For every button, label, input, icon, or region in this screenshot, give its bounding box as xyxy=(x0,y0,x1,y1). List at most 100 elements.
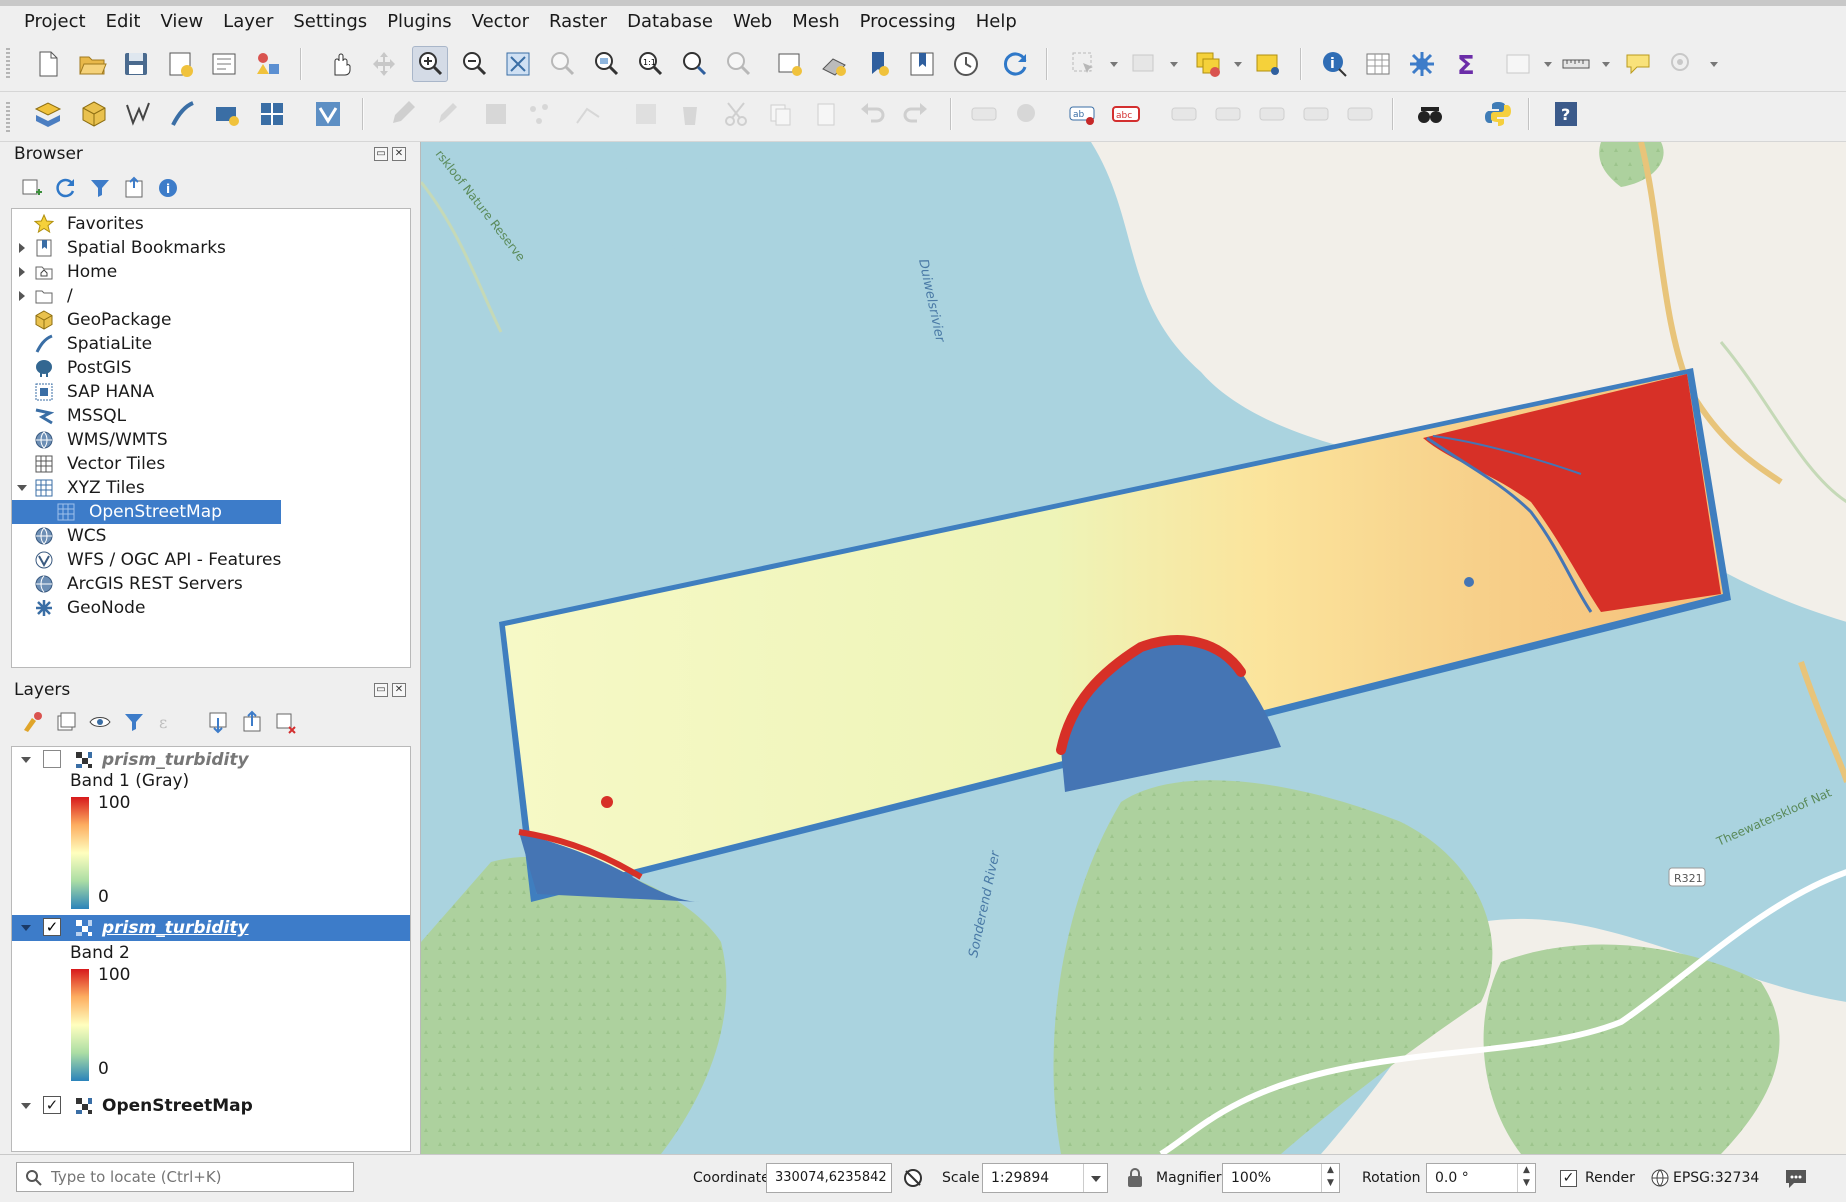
magnifier-stepper[interactable]: ▲ ▼ xyxy=(1321,1164,1339,1192)
menu-layer[interactable]: Layer xyxy=(213,6,283,38)
refresh-browser-icon[interactable] xyxy=(54,176,78,200)
pan-to-selection-icon[interactable] xyxy=(366,46,402,82)
label-abc-icon[interactable]: abc xyxy=(1108,96,1144,132)
label-toolbar-icon[interactable] xyxy=(966,96,1002,132)
zoom-out-icon[interactable] xyxy=(456,46,492,82)
coordinate-field[interactable]: 330074,6235842 xyxy=(766,1163,892,1193)
current-edits-icon[interactable] xyxy=(428,96,464,132)
new-shapefile-layer-icon[interactable] xyxy=(120,96,156,132)
toolbox-icon[interactable] xyxy=(1404,46,1440,82)
expand-all-icon[interactable] xyxy=(206,710,230,734)
new-virtual-layer-icon[interactable] xyxy=(254,96,290,132)
rotate-label-icon[interactable] xyxy=(1298,96,1334,132)
add-group-icon[interactable] xyxy=(54,710,78,734)
menu-database[interactable]: Database xyxy=(617,6,723,38)
browser-item-geonode[interactable]: GeoNode xyxy=(12,596,410,620)
zoom-to-selection-icon[interactable] xyxy=(544,46,580,82)
browser-item-home[interactable]: Home xyxy=(12,260,410,284)
browser-item-spatial-bookmarks[interactable]: Spatial Bookmarks xyxy=(12,236,410,260)
new-3d-map-view-icon[interactable] xyxy=(816,46,852,82)
browser-item-mssql[interactable]: MSSQL xyxy=(12,404,410,428)
menu-project[interactable]: Project xyxy=(14,6,96,38)
select-features-icon[interactable] xyxy=(1066,46,1102,82)
expand-arrow-icon[interactable] xyxy=(19,243,25,253)
zoom-next-icon[interactable] xyxy=(720,46,756,82)
browser-item-vector-tiles[interactable]: Vector Tiles xyxy=(12,452,410,476)
collapse-arrow-icon[interactable] xyxy=(21,1103,31,1109)
browser-item-geopackage[interactable]: GeoPackage xyxy=(12,308,410,332)
browser-item-spatialite[interactable]: SpatiaLite xyxy=(12,332,410,356)
locator-settings-icon[interactable] xyxy=(1664,46,1700,82)
layer-row-prism-turbidity-band2[interactable]: ✓ prism_turbidity xyxy=(12,915,410,941)
collapse-arrow-icon[interactable] xyxy=(17,485,27,491)
help-contents-icon[interactable]: ? xyxy=(1548,96,1584,132)
vertex-tool-icon[interactable] xyxy=(570,96,606,132)
undo-icon[interactable] xyxy=(854,96,890,132)
add-selected-layers-icon[interactable] xyxy=(20,176,44,200)
new-bookmark-icon[interactable] xyxy=(860,46,896,82)
browser-item-openstreetmap[interactable]: OpenStreetMap xyxy=(12,500,281,524)
layer-labeling-options-icon[interactable]: ab xyxy=(1064,96,1100,132)
new-print-layout-icon[interactable] xyxy=(162,46,198,82)
locator-input[interactable] xyxy=(51,1165,347,1189)
statistical-summary-icon[interactable]: Σ xyxy=(1448,46,1484,82)
menu-settings[interactable]: Settings xyxy=(283,6,377,38)
new-project-icon[interactable] xyxy=(30,46,66,82)
map-canvas[interactable]: rskloof Nature Reserve Duiwelsrivier Son… xyxy=(420,142,1846,1154)
deselect-all-icon[interactable] xyxy=(1190,46,1226,82)
zoom-native-resolution-icon[interactable]: 1:1 xyxy=(632,46,668,82)
zoom-to-layer-icon[interactable] xyxy=(588,46,624,82)
layer-visibility-checkbox[interactable] xyxy=(43,750,61,768)
float-panel-button[interactable]: ▭ xyxy=(374,147,388,161)
map-render[interactable]: rskloof Nature Reserve Duiwelsrivier Son… xyxy=(421,142,1846,1154)
open-project-icon[interactable] xyxy=(74,46,110,82)
delete-selected-icon[interactable] xyxy=(672,96,708,132)
paste-features-icon[interactable] xyxy=(808,96,844,132)
zoom-full-icon[interactable] xyxy=(500,46,536,82)
open-layer-styling-icon[interactable] xyxy=(20,710,44,734)
browser-item-wfs[interactable]: WFS / OGC API - Features xyxy=(12,548,410,572)
select-by-value-icon[interactable] xyxy=(1126,46,1162,82)
pan-map-icon[interactable] xyxy=(322,46,358,82)
browser-item-postgis[interactable]: PostGIS xyxy=(12,356,410,380)
python-console-icon[interactable] xyxy=(1480,96,1516,132)
identify-features-icon[interactable]: i xyxy=(1316,46,1352,82)
manage-visibility-icon[interactable] xyxy=(88,710,112,734)
collapse-all-icon[interactable] xyxy=(122,176,146,200)
browser-item-wms-wmts[interactable]: WMS/WMTS xyxy=(12,428,410,452)
menu-raster[interactable]: Raster xyxy=(539,6,617,38)
style-manager-icon[interactable] xyxy=(250,46,286,82)
add-vector-layer-icon[interactable] xyxy=(310,96,346,132)
filter-legend-icon[interactable] xyxy=(122,710,146,734)
show-hide-labels-icon[interactable] xyxy=(1210,96,1246,132)
close-panel-button[interactable]: ✕ xyxy=(392,683,406,697)
copy-features-icon[interactable] xyxy=(762,96,798,132)
menu-edit[interactable]: Edit xyxy=(96,6,151,38)
attributes-toolbar-icon[interactable] xyxy=(1500,46,1536,82)
menu-vector[interactable]: Vector xyxy=(462,6,539,38)
layer-row-openstreetmap[interactable]: ✓ OpenStreetMap xyxy=(12,1093,410,1119)
new-temporary-layer-icon[interactable] xyxy=(208,96,244,132)
zoom-last-icon[interactable] xyxy=(676,46,712,82)
measure-line-icon[interactable] xyxy=(1558,46,1594,82)
scale-combobox[interactable]: 1:29894 xyxy=(982,1163,1108,1193)
messages-icon[interactable] xyxy=(1784,1167,1808,1189)
layout-manager-icon[interactable] xyxy=(206,46,242,82)
enable-properties-icon[interactable]: i xyxy=(156,176,180,200)
select-by-location-icon[interactable] xyxy=(1250,46,1286,82)
new-geopackage-layer-icon[interactable] xyxy=(76,96,112,132)
new-map-view-icon[interactable] xyxy=(772,46,808,82)
save-edits-icon[interactable] xyxy=(478,96,514,132)
data-source-manager-icon[interactable] xyxy=(30,96,66,132)
move-label-icon[interactable] xyxy=(1254,96,1290,132)
menu-web[interactable]: Web xyxy=(723,6,782,38)
plugin-binoculars-icon[interactable] xyxy=(1412,96,1448,132)
pin-labels-icon[interactable] xyxy=(1166,96,1202,132)
render-checkbox[interactable]: ✓ xyxy=(1560,1170,1577,1187)
close-panel-button[interactable]: ✕ xyxy=(392,147,406,161)
filter-browser-icon[interactable] xyxy=(88,176,112,200)
browser-item-favorites[interactable]: Favorites xyxy=(12,212,410,236)
remove-layer-icon[interactable] xyxy=(274,710,298,734)
lock-scale-icon[interactable] xyxy=(1126,1167,1144,1189)
new-spatialite-layer-icon[interactable] xyxy=(164,96,200,132)
